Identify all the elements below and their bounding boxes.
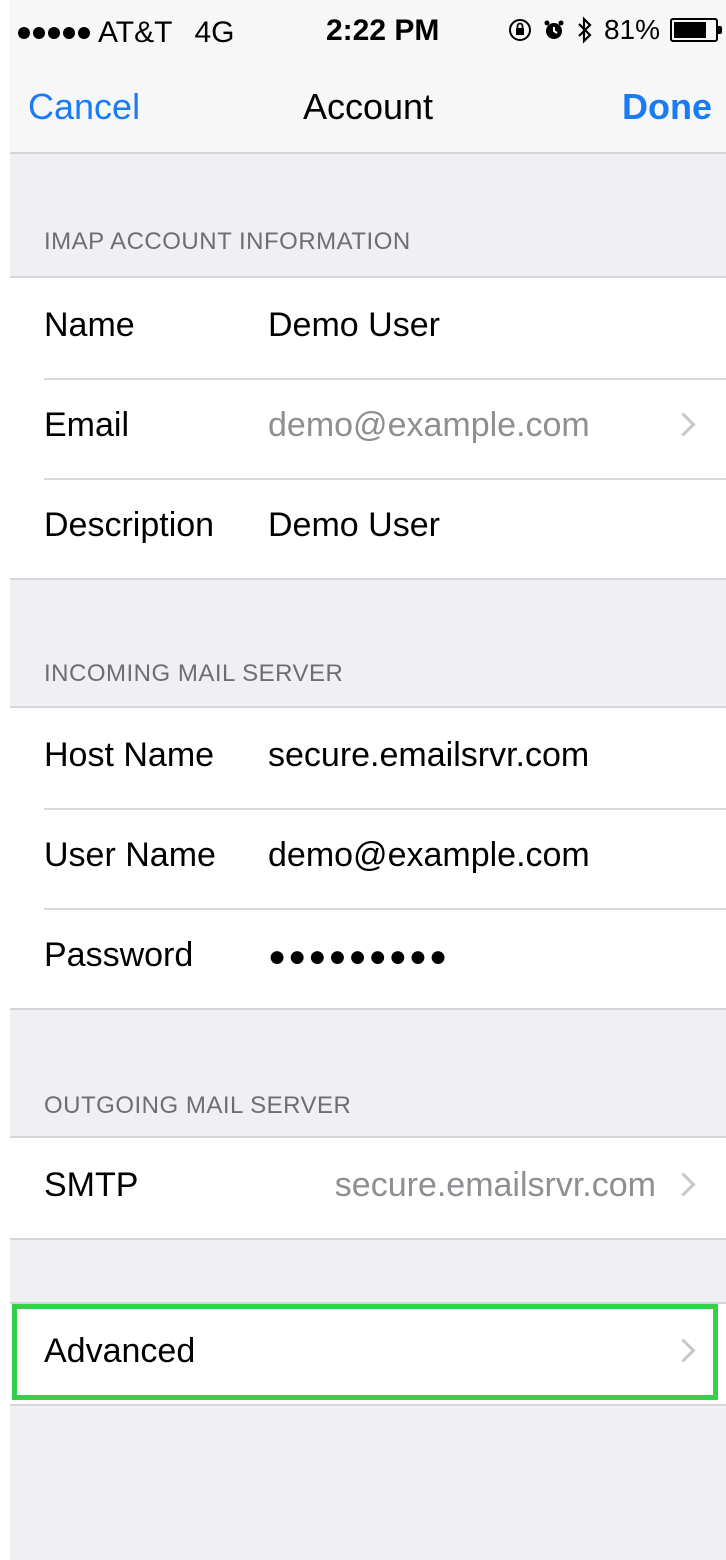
signal-strength-icon xyxy=(18,27,90,39)
advanced-label: Advanced xyxy=(44,1332,196,1370)
host-name-label: Host Name xyxy=(44,736,215,774)
top-bar: AT&T 4G 2:22 PM 81% Cancel Account Done xyxy=(10,0,726,154)
chevron-right-icon xyxy=(671,412,696,437)
bluetooth-icon xyxy=(578,16,592,44)
nav-bar: Cancel Account Done xyxy=(10,64,726,150)
orientation-lock-icon xyxy=(508,19,531,41)
smtp-row[interactable]: SMTP secure.emailsrvr.com xyxy=(10,1138,726,1238)
smtp-value: secure.emailsrvr.com xyxy=(334,1166,656,1204)
user-name-label: User Name xyxy=(44,836,216,874)
incoming-section-header: INCOMING MAIL SERVER xyxy=(44,660,344,687)
status-time: 2:22 PM xyxy=(326,14,440,47)
description-field[interactable]: Demo User xyxy=(268,506,440,545)
name-field[interactable]: Demo User xyxy=(268,306,440,345)
email-label: Email xyxy=(44,406,130,444)
outgoing-section-header: OUTGOING MAIL SERVER xyxy=(44,1092,352,1119)
battery-fill xyxy=(674,22,706,38)
imap-group: Name Demo User Email demo@example.com De… xyxy=(10,276,726,580)
incoming-group: Host Name secure.emailsrvr.com User Name… xyxy=(10,706,726,1010)
password-label: Password xyxy=(44,936,194,974)
carrier-label: AT&T xyxy=(98,16,173,49)
settings-screen: AT&T 4G 2:22 PM 81% Cancel Account Done … xyxy=(10,0,726,1560)
done-button[interactable]: Done xyxy=(622,86,712,128)
description-label: Description xyxy=(44,506,215,544)
host-name-row[interactable]: Host Name secure.emailsrvr.com xyxy=(10,708,726,808)
password-row[interactable]: Password ●●●●●●●●● xyxy=(10,908,726,1008)
email-value: demo@example.com xyxy=(268,406,590,444)
user-name-field[interactable]: demo@example.com xyxy=(268,836,590,875)
host-name-field[interactable]: secure.emailsrvr.com xyxy=(268,736,589,775)
battery-percent: 81% xyxy=(603,14,660,45)
status-right: 81% xyxy=(508,14,722,46)
email-row[interactable]: Email demo@example.com xyxy=(10,378,726,478)
imap-section-header: IMAP ACCOUNT INFORMATION xyxy=(44,228,411,255)
description-row[interactable]: Description Demo User xyxy=(10,478,726,578)
chevron-right-icon xyxy=(671,1172,696,1197)
outgoing-group: SMTP secure.emailsrvr.com xyxy=(10,1136,726,1240)
advanced-group: Advanced xyxy=(10,1302,726,1406)
status-bar: AT&T 4G 2:22 PM 81% xyxy=(10,0,726,64)
page-title: Account xyxy=(302,86,434,127)
advanced-row[interactable]: Advanced xyxy=(10,1304,726,1404)
name-label: Name xyxy=(44,306,135,344)
smtp-label: SMTP xyxy=(44,1166,139,1204)
name-row[interactable]: Name Demo User xyxy=(10,278,726,378)
status-left: AT&T 4G xyxy=(18,16,234,50)
battery-icon xyxy=(670,18,722,42)
network-label: 4G xyxy=(194,16,235,49)
chevron-right-icon xyxy=(671,1338,696,1363)
user-name-row[interactable]: User Name demo@example.com xyxy=(10,808,726,908)
alarm-icon xyxy=(544,20,564,39)
password-field[interactable]: ●●●●●●●●● xyxy=(268,940,449,974)
